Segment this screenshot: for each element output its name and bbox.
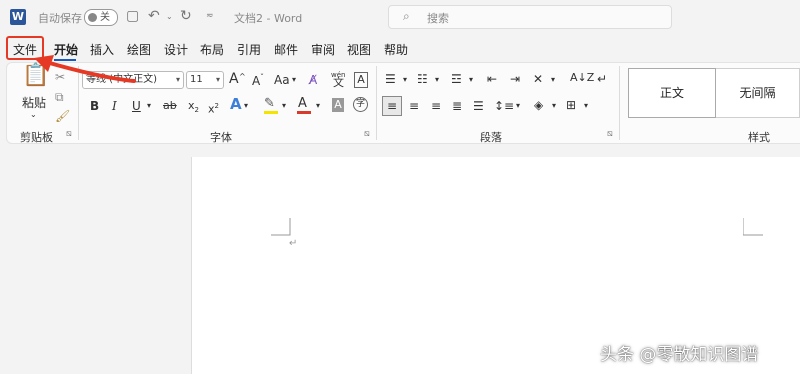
subscript-button[interactable]: x2 [188, 98, 199, 118]
font-size-value: 11 [190, 74, 203, 85]
tab-mailings[interactable]: 邮件 [274, 41, 298, 58]
autosave-state: 关 [100, 12, 110, 23]
title-bar: W 自动保存 关 ▢ ↶ ⌄ ↻ ≂ 文档2 - Word ⌕ 搜索 [0, 0, 800, 34]
sort-icon[interactable]: A↓Z [570, 70, 594, 86]
chevron-down-icon[interactable]: ▾ [292, 72, 296, 88]
chevron-down-icon[interactable]: ▾ [435, 72, 439, 88]
chevron-down-icon: ▾ [215, 75, 220, 84]
grow-caret-icon: ^ [239, 72, 246, 81]
clipboard-group-label: 剪贴板 [20, 131, 53, 144]
font-color-bar [297, 111, 311, 114]
bold-button[interactable]: B [90, 98, 99, 114]
increase-indent-icon[interactable]: ⇥ [510, 71, 520, 87]
shading-bucket-icon[interactable]: ◈ [534, 97, 543, 113]
change-case-button[interactable]: Aa [274, 72, 290, 88]
decrease-indent-icon[interactable]: ⇤ [487, 71, 497, 87]
separator [619, 66, 620, 140]
strikethrough-button[interactable]: ab [163, 98, 177, 114]
undo-icon[interactable]: ↶ [148, 8, 160, 24]
save-icon[interactable]: ▢ [126, 8, 139, 24]
phonetic-guide-icon[interactable]: 文 [333, 75, 344, 91]
chevron-down-icon: ▾ [175, 75, 180, 84]
autosave-label: 自动保存 [38, 12, 82, 25]
chevron-down-icon[interactable]: ▾ [469, 72, 473, 88]
redo-icon[interactable]: ↻ [180, 8, 192, 24]
chevron-down-icon[interactable]: ▾ [147, 98, 151, 114]
search-icon: ⌕ [403, 9, 410, 23]
style-no-spacing[interactable]: 无间隔 [716, 68, 800, 118]
toggle-knob [88, 13, 97, 22]
line-spacing-icon[interactable]: ↕≡ [494, 98, 514, 114]
tab-layout[interactable]: 布局 [200, 41, 224, 58]
grow-font-icon[interactable]: A [229, 71, 239, 87]
tab-design[interactable]: 设计 [164, 41, 188, 58]
separator [376, 66, 377, 140]
annotation-arrow-icon [34, 55, 136, 83]
chevron-down-icon[interactable]: ▾ [316, 98, 320, 114]
show-marks-icon[interactable]: ↵ [597, 71, 607, 87]
enclose-characters-icon[interactable]: 字 [353, 97, 368, 112]
word-logo-icon: W [10, 9, 26, 25]
text-effects-icon[interactable]: A [230, 96, 242, 112]
align-right-icon[interactable]: ≡ [431, 98, 441, 114]
autosave-toggle[interactable]: 关 [84, 9, 118, 26]
tab-view[interactable]: 视图 [347, 41, 371, 58]
character-shading-icon[interactable]: A [332, 98, 344, 112]
undo-dropdown-icon[interactable]: ⌄ [166, 12, 173, 21]
underline-button[interactable]: U [132, 98, 141, 114]
chevron-down-icon[interactable]: ▾ [244, 98, 248, 114]
customize-toolbar-icon[interactable]: ≂ [206, 11, 214, 21]
chevron-down-icon[interactable]: ▾ [516, 98, 520, 114]
chevron-down-icon[interactable]: ▾ [403, 72, 407, 88]
copy-icon[interactable]: ⧉ [55, 89, 64, 105]
align-left-button[interactable]: ≡ [382, 96, 402, 116]
distributed-icon[interactable]: ☰ [473, 98, 484, 114]
font-launcher-icon[interactable]: ⧅ [364, 129, 370, 139]
font-size-dropdown[interactable]: 11 ▾ [186, 71, 224, 89]
highlight-pen-icon[interactable]: ✎ [264, 96, 275, 112]
clear-formatting-icon[interactable]: A̸ [309, 72, 317, 88]
paragraph-launcher-icon[interactable]: ⧅ [607, 129, 613, 139]
margin-corner-top-right [743, 218, 763, 236]
tab-references[interactable]: 引用 [237, 41, 261, 58]
chevron-down-icon[interactable]: ▾ [551, 72, 555, 88]
font-color-icon[interactable]: A [298, 96, 307, 112]
chevron-down-icon[interactable]: ▾ [584, 98, 588, 114]
align-center-icon[interactable]: ≡ [409, 98, 419, 114]
asian-layout-icon[interactable]: ✕ [533, 71, 543, 87]
search-placeholder: 搜索 [427, 12, 449, 25]
format-painter-icon[interactable]: 🖌 [55, 108, 70, 124]
chevron-down-icon[interactable]: ▾ [282, 98, 286, 114]
clipboard-launcher-icon[interactable]: ⧅ [66, 129, 72, 139]
character-border-icon[interactable]: A [354, 72, 368, 88]
watermark: 头条 @零散知识图谱 [600, 345, 759, 365]
superscript-button[interactable]: x2 [208, 98, 219, 118]
chevron-down-icon[interactable]: ▾ [552, 98, 556, 114]
bullets-icon[interactable]: ☰ [385, 71, 396, 87]
search-box[interactable]: ⌕ 搜索 [388, 5, 672, 29]
italic-button[interactable]: I [112, 98, 117, 114]
document-title: 文档2 - Word [234, 12, 303, 25]
borders-icon[interactable]: ⊞ [566, 97, 576, 113]
multilevel-list-icon[interactable]: ☲ [451, 71, 462, 87]
style-normal[interactable]: 正文 [628, 68, 716, 118]
tab-help[interactable]: 帮助 [384, 41, 408, 58]
font-group-label: 字体 [210, 131, 232, 144]
numbering-icon[interactable]: ☷ [417, 71, 428, 87]
tab-review[interactable]: 审阅 [311, 41, 335, 58]
paragraph-group-label: 段落 [480, 131, 502, 144]
margin-corner-top-left [271, 218, 291, 236]
paragraph-mark: ↵ [289, 238, 298, 249]
styles-group-label: 样式 [748, 131, 770, 144]
paste-dropdown-icon[interactable]: ⌄ [30, 107, 37, 123]
shrink-caret-icon: ˇ [260, 73, 264, 82]
justify-icon[interactable]: ≣ [452, 98, 462, 114]
shrink-font-icon[interactable]: A [252, 73, 260, 89]
highlight-color-bar [264, 111, 278, 114]
